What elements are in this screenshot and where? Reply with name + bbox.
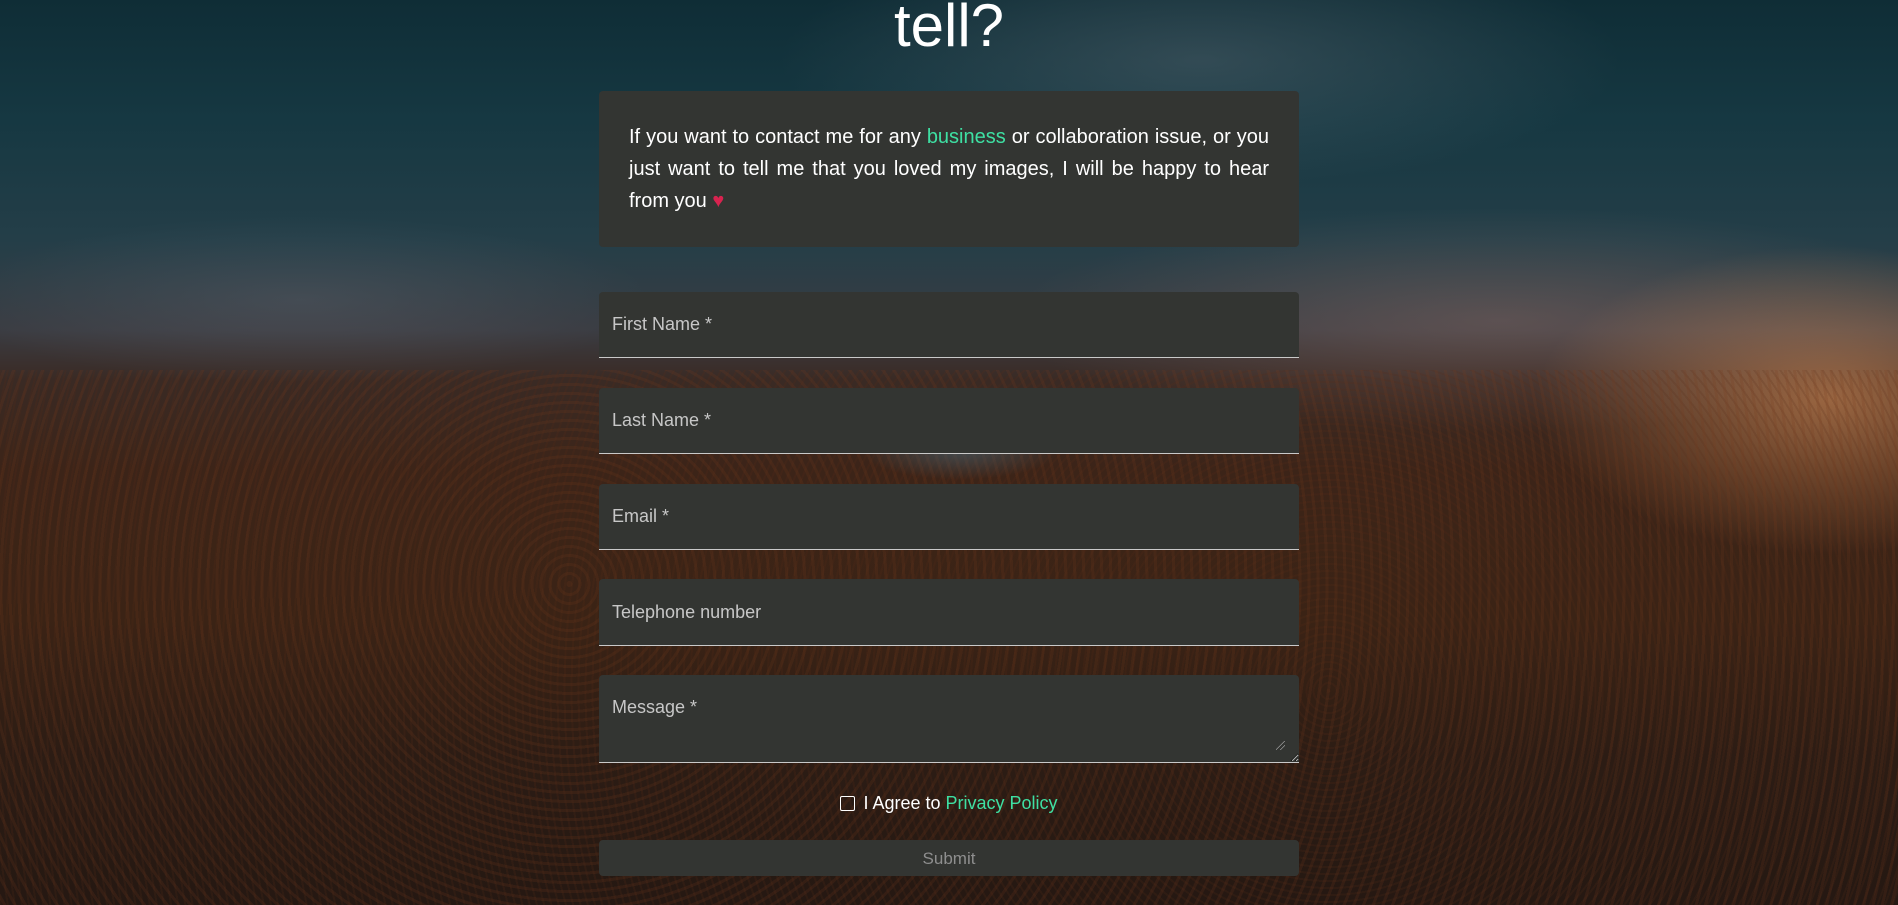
agree-label: I Agree to — [863, 793, 946, 813]
intro-accent-word: business — [926, 126, 1006, 148]
last-name-field[interactable] — [599, 388, 1299, 454]
heart-icon: ♥ — [712, 190, 725, 212]
privacy-agreement: I Agree to Privacy Policy — [0, 791, 1898, 815]
agree-checkbox[interactable] — [840, 796, 856, 811]
message-textarea[interactable] — [599, 675, 1299, 762]
email-field[interactable] — [599, 484, 1299, 550]
last-name-input[interactable] — [599, 388, 1299, 453]
resize-handle-icon[interactable] — [1276, 741, 1285, 750]
first-name-input[interactable] — [599, 292, 1299, 357]
email-input[interactable] — [599, 484, 1299, 549]
telephone-input[interactable] — [599, 579, 1299, 645]
telephone-field[interactable] — [599, 579, 1299, 646]
intro-card: If you want to contact me for any busine… — [599, 91, 1299, 247]
first-name-field[interactable] — [599, 292, 1299, 358]
submit-button[interactable]: Submit — [599, 840, 1299, 876]
privacy-policy-link[interactable]: Privacy Policy — [946, 793, 1058, 813]
page-title: tell? — [893, 0, 1005, 59]
message-field[interactable] — [599, 675, 1299, 763]
intro-text-before: If you want to contact me for any — [629, 126, 927, 148]
